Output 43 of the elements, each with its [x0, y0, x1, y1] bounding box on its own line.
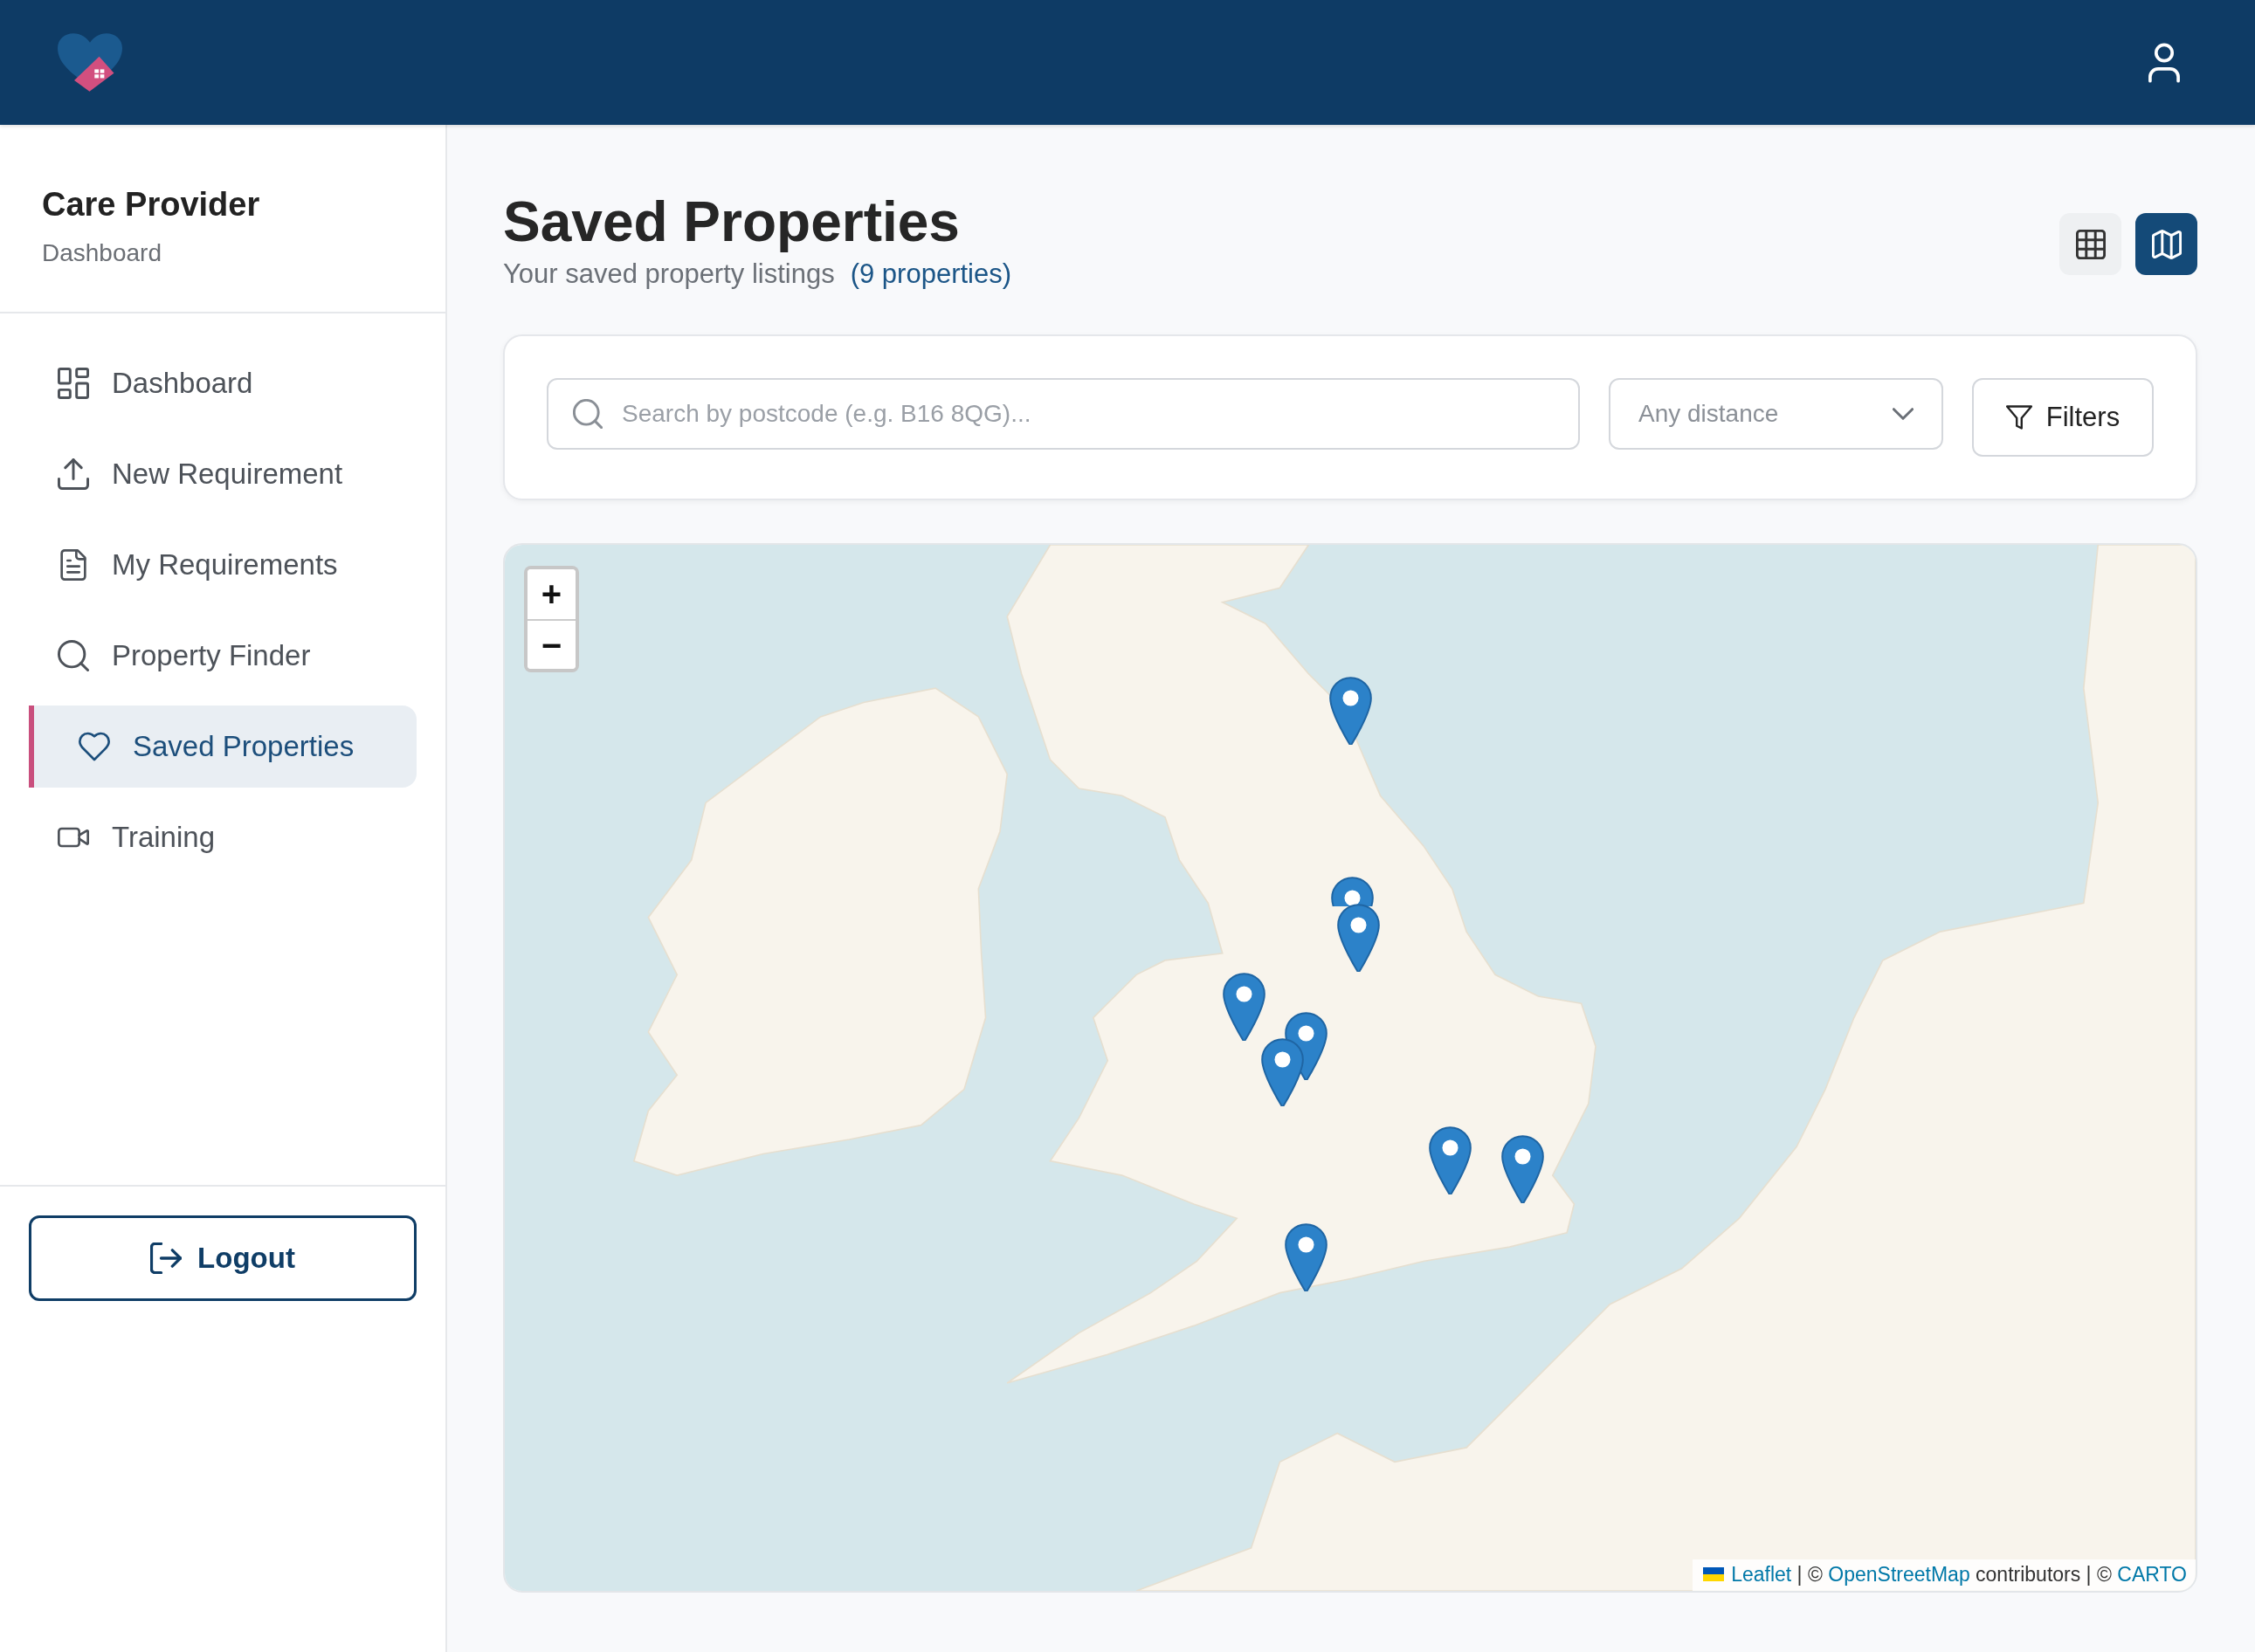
- search-icon: [58, 640, 89, 671]
- heart-icon: [79, 731, 110, 762]
- flag-icon: [1703, 1567, 1725, 1581]
- zoom-out-button[interactable]: −: [528, 619, 576, 669]
- map-pin-icon[interactable]: [1261, 1038, 1305, 1107]
- map-pin-icon[interactable]: [1285, 1223, 1328, 1292]
- chevron-down-icon: [1893, 408, 1914, 420]
- user-icon[interactable]: [2148, 42, 2181, 83]
- logout-icon: [150, 1242, 183, 1274]
- sidebar-nav-item[interactable]: New Requirement: [29, 433, 417, 515]
- map-pin-icon[interactable]: [1428, 1125, 1472, 1194]
- heart-house-icon[interactable]: [58, 33, 122, 92]
- property-count: (9 properties): [850, 258, 1012, 291]
- upload-icon: [58, 458, 89, 490]
- page-title: Saved Properties: [503, 191, 961, 252]
- grid-icon: [2075, 229, 2106, 259]
- map-icon: [2151, 229, 2182, 259]
- logout-button[interactable]: Logout: [29, 1215, 417, 1301]
- map-view-button[interactable]: [2135, 213, 2197, 275]
- layout-grid-icon: [58, 368, 89, 399]
- sidebar-subtitle: Dashboard: [42, 238, 162, 268]
- sidebar-nav-item[interactable]: Saved Properties: [29, 706, 417, 788]
- filter-icon: [2005, 405, 2032, 430]
- attribution-text: Leaflet | © OpenStreetMap contributors | © CARTO: [1731, 1562, 2187, 1587]
- document-icon: [58, 549, 89, 581]
- sidebar-nav-item[interactable]: Training: [29, 796, 417, 878]
- attribution-link[interactable]: CARTO: [2117, 1563, 2187, 1586]
- grid-view-button[interactable]: [2059, 213, 2121, 275]
- map-pin-icon[interactable]: [1331, 876, 1375, 906]
- search-field[interactable]: Search by postcode (e.g. B16 8QG)...: [547, 378, 1580, 450]
- sidebar-nav-item[interactable]: Property Finder: [29, 615, 417, 697]
- filters-button[interactable]: Filters: [1972, 378, 2154, 457]
- search-input[interactable]: Search by postcode (e.g. B16 8QG)...: [622, 396, 1554, 431]
- map-pin-icon[interactable]: [1329, 676, 1373, 745]
- page-subtitle: Your saved property listings: [503, 258, 835, 291]
- sidebar-nav-item[interactable]: Dashboard: [29, 342, 417, 424]
- sidebar-nav-item[interactable]: My Requirements: [29, 524, 417, 606]
- search-icon: [573, 399, 603, 429]
- attribution-link[interactable]: Leaflet: [1731, 1563, 1792, 1586]
- map-pin-icon[interactable]: [1222, 972, 1265, 1041]
- attribution-link[interactable]: OpenStreetMap: [1828, 1563, 1970, 1586]
- map-pin-icon[interactable]: [1500, 1134, 1544, 1203]
- sidebar-title: Care Provider: [42, 185, 261, 224]
